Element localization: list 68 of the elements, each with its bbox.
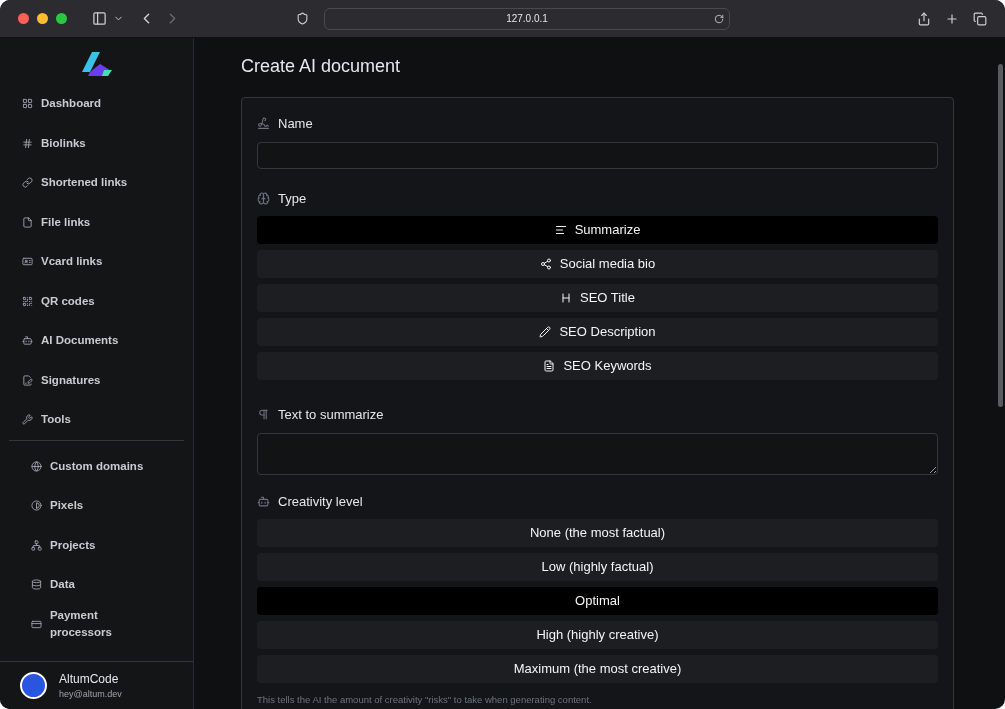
nav-icon — [22, 137, 33, 149]
sidebar-icon[interactable] — [92, 11, 107, 26]
avatar — [20, 672, 47, 699]
field-label: Name — [278, 115, 313, 133]
reload-icon[interactable] — [714, 13, 724, 24]
nav-icon — [22, 374, 33, 386]
nav-icon — [31, 618, 42, 630]
user-name: AltumCode — [59, 670, 120, 688]
option-button[interactable]: Maximum (the most creative) — [257, 655, 938, 683]
sidebar-link[interactable]: Vcard links — [22, 242, 171, 282]
option-button[interactable]: Low (highly factual) — [257, 553, 938, 581]
nav-icon — [22, 295, 33, 307]
share-icon[interactable] — [917, 11, 931, 26]
option-icon — [539, 258, 552, 270]
option-button[interactable]: SEO Description — [257, 318, 938, 346]
option-button[interactable]: Social media bio — [257, 250, 938, 278]
nav-icon — [22, 177, 33, 189]
help-text: This tells the AI the amount of creativity "risks" to take when generating content. — [257, 693, 593, 707]
nav-icon — [22, 414, 33, 426]
page-title: Create AI document — [241, 55, 402, 78]
option-icon — [554, 224, 567, 236]
field-label: Type — [278, 189, 307, 208]
sidebar-link[interactable]: Dashboard — [22, 84, 171, 124]
robot-icon — [257, 494, 270, 508]
sidebar-link[interactable]: Payment processors — [31, 604, 162, 644]
brain-icon — [257, 191, 270, 205]
nav-icon — [31, 500, 42, 512]
minimize-button[interactable] — [37, 13, 48, 24]
pilcrow-icon — [257, 408, 270, 422]
option-button[interactable]: SEO Keywords — [257, 352, 938, 380]
sidebar-link[interactable]: File links — [22, 202, 171, 242]
nav-icon — [31, 579, 42, 591]
shield-icon[interactable] — [296, 12, 309, 25]
option-button[interactable]: High (highly creative) — [257, 621, 938, 649]
sidebar-link[interactable]: Data — [31, 565, 162, 605]
nav-icon — [31, 539, 42, 551]
nav-icon — [22, 335, 33, 347]
option-button[interactable]: SEO Title — [257, 284, 938, 312]
option-button[interactable]: Optimal — [257, 587, 938, 615]
logo-icon — [79, 50, 114, 78]
sidebar-link[interactable]: AI Documents — [22, 321, 171, 361]
new-tab-icon[interactable] — [945, 11, 959, 26]
sidebar-link[interactable]: Signatures — [22, 360, 171, 400]
maximize-button[interactable] — [56, 13, 67, 24]
sidebar-link[interactable]: Projects — [31, 525, 162, 565]
option-icon — [560, 292, 573, 304]
option-icon — [539, 326, 552, 338]
close-button[interactable] — [18, 13, 29, 24]
sidebar-link[interactable]: QR codes — [22, 281, 171, 321]
sidebar-link[interactable]: Tools — [22, 400, 171, 440]
field-label: Text to summarize — [278, 406, 384, 424]
sidebar-link[interactable]: Custom domains — [31, 446, 162, 486]
signature-icon — [257, 117, 270, 131]
option-button[interactable]: None (the most factual) — [257, 519, 938, 547]
nav-icon — [22, 98, 33, 110]
nav-icon — [22, 216, 33, 228]
sidebar-link[interactable]: Biolinks — [22, 123, 171, 163]
address-bar[interactable]: 127.0.0.1 — [324, 7, 730, 30]
option-icon — [543, 360, 556, 372]
option-button[interactable]: Summarize — [257, 216, 938, 244]
sidebar-link[interactable]: Shortened links — [22, 163, 171, 203]
tabs-icon[interactable] — [973, 11, 987, 26]
field-label: Creativity level — [278, 492, 363, 511]
nav-icon — [31, 460, 42, 472]
user-email: hey@altum.dev — [59, 687, 122, 701]
nav-icon — [22, 256, 33, 268]
sidebar-link[interactable]: Pixels — [31, 486, 162, 526]
name-input[interactable] — [257, 141, 938, 169]
